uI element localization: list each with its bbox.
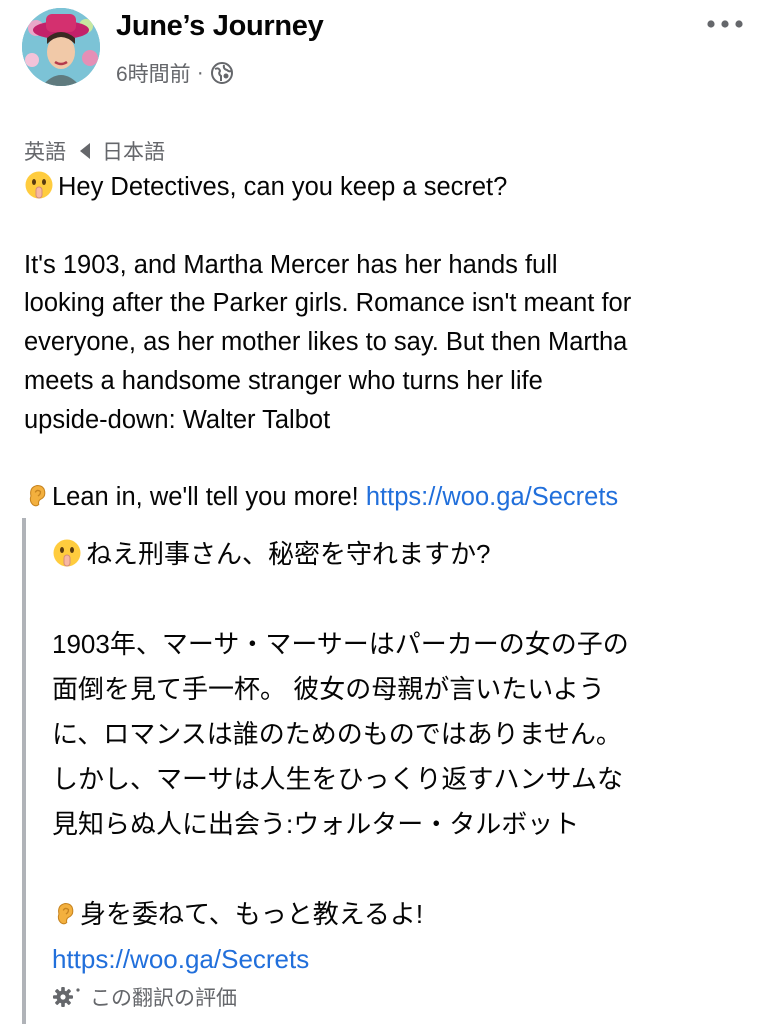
translated-cta: 身を委ねて、もっと教えるよ! <box>80 899 424 929</box>
more-options-icon[interactable] <box>705 16 745 32</box>
rate-translation-label[interactable]: この翻訳の評価 <box>90 982 237 1012</box>
rate-translation[interactable]: この翻訳の評価 <box>52 982 237 1012</box>
translation-language-bar: 英語 日本語 <box>24 136 165 166</box>
source-language[interactable]: 英語 <box>24 136 66 166</box>
globe-icon <box>210 62 233 84</box>
post-line1: Hey Detectives, can you keep a secret? <box>58 173 508 201</box>
translated-body: ねえ刑事さん、秘密を守れますか? 1903年、マーサ・マーサーはパーカーの女の子… <box>52 532 742 982</box>
avatar-illustration <box>22 8 100 86</box>
target-language[interactable]: 日本語 <box>102 136 165 166</box>
translated-paragraph: 1903年、マーサ・マーサーはパーカーの女の子の 面倒を見て手一杯。 彼女の母親… <box>52 629 629 839</box>
post-body: Hey Detectives, can you keep a secret? I… <box>24 168 744 517</box>
translated-link[interactable]: https://woo.ga/Secrets <box>52 944 309 974</box>
page-avatar[interactable] <box>22 8 100 86</box>
shushing-face-icon <box>25 171 53 199</box>
language-arrow-icon <box>80 143 90 159</box>
post-paragraph: It's 1903, and Martha Mercer has her han… <box>24 250 632 434</box>
gear-icon <box>53 987 80 1007</box>
post-meta: 6時間前 · <box>116 58 234 88</box>
ear-icon <box>57 902 74 925</box>
meta-separator: · <box>196 61 204 84</box>
translated-line1: ねえ刑事さん、秘密を守れますか? <box>86 539 491 569</box>
page-name[interactable]: June’s Journey <box>116 10 324 43</box>
post-cta: Lean in, we'll tell you more! <box>52 483 366 512</box>
shushing-face-icon <box>53 539 81 567</box>
translation-block: ねえ刑事さん、秘密を守れますか? 1903年、マーサ・マーサーはパーカーの女の子… <box>22 518 756 1024</box>
post-time[interactable]: 6時間前 <box>116 58 191 88</box>
ear-icon <box>29 485 46 507</box>
post-link[interactable]: https://woo.ga/Secrets <box>366 483 618 511</box>
